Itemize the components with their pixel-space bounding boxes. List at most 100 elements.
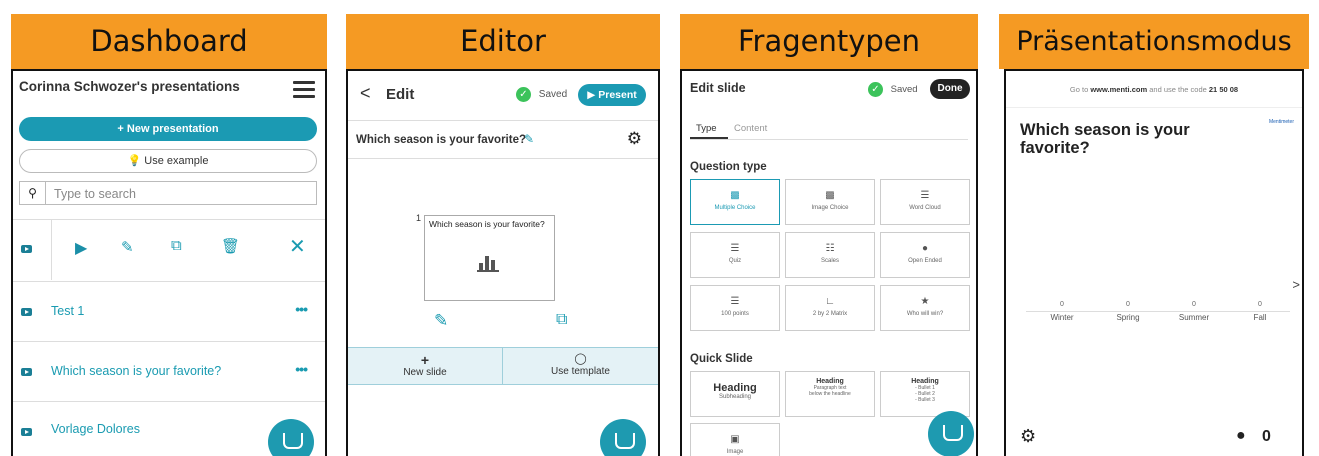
presentation-icon: [21, 245, 32, 253]
quick-sub: Paragraph text below the headline: [809, 385, 851, 397]
delete-icon[interactable]: 🗑: [221, 237, 240, 255]
types-phone: Edit slide ✓ Saved Done Type Content Que…: [680, 69, 978, 456]
quick-heading-paragraph[interactable]: Heading Paragraph text below the headlin…: [785, 371, 875, 417]
quiz-list-icon: ☰: [730, 243, 740, 254]
back-icon[interactable]: <: [360, 83, 371, 104]
menti-url: www.menti.com: [1090, 85, 1148, 94]
trophy-icon: ★: [920, 296, 930, 307]
use-example-button[interactable]: 💡 Use example: [19, 149, 317, 173]
type-scales[interactable]: ☷ Scales: [785, 232, 875, 278]
type-word-cloud[interactable]: ☰ Word Cloud: [880, 179, 970, 225]
chart-axis: [1026, 311, 1290, 312]
presentation-panel: Präsentationsmodus: [999, 14, 1309, 69]
type-image-choice[interactable]: ▩ Image Choice: [785, 179, 875, 225]
quick-image[interactable]: ▣ Image: [690, 423, 780, 456]
bar-value-label: 0: [1192, 301, 1196, 308]
audience-icon: ●: [1236, 427, 1246, 444]
close-icon[interactable]: ✕: [289, 234, 306, 259]
presentation-action-row: ▶ ✎ ⧉ 🗑 ✕: [13, 219, 325, 281]
top-divider: [1006, 107, 1302, 108]
more-options-icon[interactable]: •••: [295, 301, 308, 317]
voting-code: 21 50 08: [1208, 85, 1239, 94]
type-label: 100 points: [721, 311, 749, 317]
use-template-button[interactable]: ◯ Use template: [503, 348, 658, 384]
audience-count: 0: [1262, 428, 1271, 445]
type-label: Word Cloud: [909, 205, 941, 211]
type-multiple-choice[interactable]: ▩ Multiple Choice: [690, 179, 780, 225]
plus-icon: +: [420, 352, 430, 368]
search-icon: ⚲: [20, 182, 46, 204]
presentation-name[interactable]: Vorlage Dolores: [51, 422, 140, 436]
chat-support-icon[interactable]: [928, 411, 974, 456]
editor-header: Editor: [346, 14, 660, 69]
dashboard-panel: Dashboard: [11, 14, 327, 69]
tab-type[interactable]: Type: [696, 123, 717, 134]
type-label: Image: [726, 449, 744, 455]
points-icon: ☰: [730, 296, 740, 307]
edit-slide-icon[interactable]: ✎: [434, 311, 448, 331]
bar-chart-icon: [479, 254, 495, 270]
image-bars-icon: ▩: [825, 190, 835, 201]
type-label: Quiz: [728, 258, 742, 264]
settings-gear-icon[interactable]: ⚙: [1020, 426, 1036, 447]
editor-panel: Editor: [346, 14, 660, 69]
duplicate-icon[interactable]: ⧉: [171, 237, 182, 254]
types-panel: Fragentypen: [680, 14, 978, 69]
quick-heading[interactable]: Heading Subheading: [690, 371, 780, 417]
settings-gear-icon[interactable]: ⚙: [627, 129, 642, 149]
thumbnail-baseline: [477, 270, 499, 272]
thumbnail-question: Which season is your favorite?: [429, 219, 545, 229]
quick-title: Heading: [816, 378, 844, 385]
presentation-list-item[interactable]: Test 1 •••: [13, 281, 325, 341]
check-icon: ✓: [868, 82, 883, 97]
more-options-icon[interactable]: •••: [295, 361, 308, 377]
type-label: 2 by 2 Matrix: [812, 311, 848, 317]
category-label: Spring: [1116, 313, 1140, 322]
play-icon[interactable]: ▶: [75, 238, 87, 258]
type-open-ended[interactable]: ● Open Ended: [880, 232, 970, 278]
quick-slide-heading: Quick Slide: [690, 353, 753, 365]
slide-title[interactable]: Which season is your favorite?: [356, 134, 526, 146]
search-field[interactable]: ⚲ Type to search: [19, 181, 317, 205]
brand-logo: Mentimeter: [1268, 119, 1294, 125]
tab-content[interactable]: Content: [734, 123, 767, 134]
quick-sub: Subheading: [718, 394, 752, 400]
dashboard-header: Dashboard: [11, 14, 327, 69]
presentation-list-item[interactable]: Which season is your favorite? •••: [13, 341, 325, 401]
saved-status: ✓ Saved: [868, 82, 918, 97]
question-type-heading: Question type: [690, 161, 767, 173]
presentation-icon: [21, 308, 32, 316]
instruction-mid: and use the code: [1149, 85, 1207, 94]
sliders-icon: ☷: [825, 243, 835, 254]
type-label: Who will win?: [906, 311, 944, 317]
duplicate-slide-icon[interactable]: ⧉: [556, 311, 567, 329]
new-slide-button[interactable]: + New slide: [348, 348, 503, 384]
saved-label: Saved: [538, 89, 568, 101]
bar-chart-icon: ▩: [730, 190, 740, 201]
presentation-name[interactable]: Test 1: [51, 304, 84, 318]
category-label: Summer: [1178, 313, 1210, 322]
type-100-points[interactable]: ☰ 100 points: [690, 285, 780, 331]
bar-value-label: 0: [1060, 301, 1064, 308]
type-who-will-win[interactable]: ★ Who will win?: [880, 285, 970, 331]
next-slide-icon[interactable]: >: [1292, 277, 1300, 292]
done-button[interactable]: Done: [930, 79, 970, 99]
presentation-name[interactable]: Which season is your favorite?: [51, 364, 221, 378]
instruction-prefix: Go to: [1069, 85, 1089, 94]
new-presentation-button[interactable]: + New presentation: [19, 117, 317, 141]
pencil-icon[interactable]: ✎: [524, 132, 534, 146]
type-quiz[interactable]: ☰ Quiz: [690, 232, 780, 278]
type-label: Multiple Choice: [714, 205, 756, 211]
quick-heading-bullets[interactable]: Heading - Bullet 1 - Bullet 2 - Bullet 3: [880, 371, 970, 417]
hamburger-menu-icon[interactable]: [293, 81, 315, 98]
tabs-divider: [690, 139, 968, 140]
matrix-icon: ∟: [825, 296, 835, 307]
types-header: Fragentypen: [680, 14, 978, 69]
presentation-icon: [21, 368, 32, 376]
edit-icon[interactable]: ✎: [121, 238, 134, 256]
present-button[interactable]: ▶ Present: [578, 84, 646, 106]
slide-thumbnail[interactable]: Which season is your favorite?: [424, 215, 555, 301]
chat-support-icon[interactable]: [600, 419, 646, 456]
type-2by2-matrix[interactable]: ∟ 2 by 2 Matrix: [785, 285, 875, 331]
bar-value-label: 0: [1258, 301, 1262, 308]
